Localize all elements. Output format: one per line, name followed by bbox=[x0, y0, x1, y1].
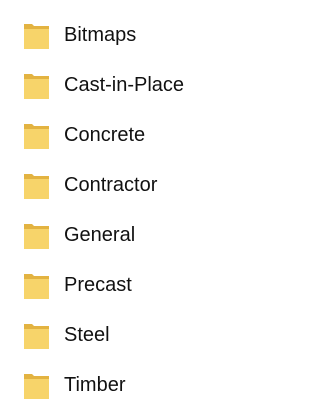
folder-item-contractor[interactable]: Contractor bbox=[0, 162, 245, 212]
folder-icon bbox=[23, 320, 50, 350]
folder-icon bbox=[23, 370, 50, 400]
folder-label: Cast-in-Place bbox=[64, 74, 185, 96]
folder-icon bbox=[23, 70, 50, 100]
folder-item-concrete[interactable]: Concrete bbox=[0, 112, 245, 162]
folder-item-general[interactable]: General bbox=[0, 212, 245, 262]
folder-icon bbox=[23, 220, 50, 250]
folder-label: Steel bbox=[64, 324, 110, 346]
folder-label: General bbox=[64, 224, 136, 246]
folder-list: Bitmaps Cast-in-Place Concrete Contracto… bbox=[0, 0, 245, 412]
folder-label: Concrete bbox=[64, 124, 146, 146]
folder-item-precast[interactable]: Precast bbox=[0, 262, 245, 312]
folder-icon bbox=[23, 120, 50, 150]
folder-item-bitmaps[interactable]: Bitmaps bbox=[0, 12, 245, 62]
folder-label: Precast bbox=[64, 274, 132, 296]
folder-label: Timber bbox=[64, 374, 126, 396]
folder-item-cast-in-place[interactable]: Cast-in-Place bbox=[0, 62, 245, 112]
folder-item-timber[interactable]: Timber bbox=[0, 362, 245, 412]
folder-icon bbox=[23, 270, 50, 300]
folder-item-steel[interactable]: Steel bbox=[0, 312, 245, 362]
folder-label: Contractor bbox=[64, 174, 158, 196]
folder-label: Bitmaps bbox=[64, 24, 137, 46]
folder-icon bbox=[23, 170, 50, 200]
folder-icon bbox=[23, 20, 50, 50]
